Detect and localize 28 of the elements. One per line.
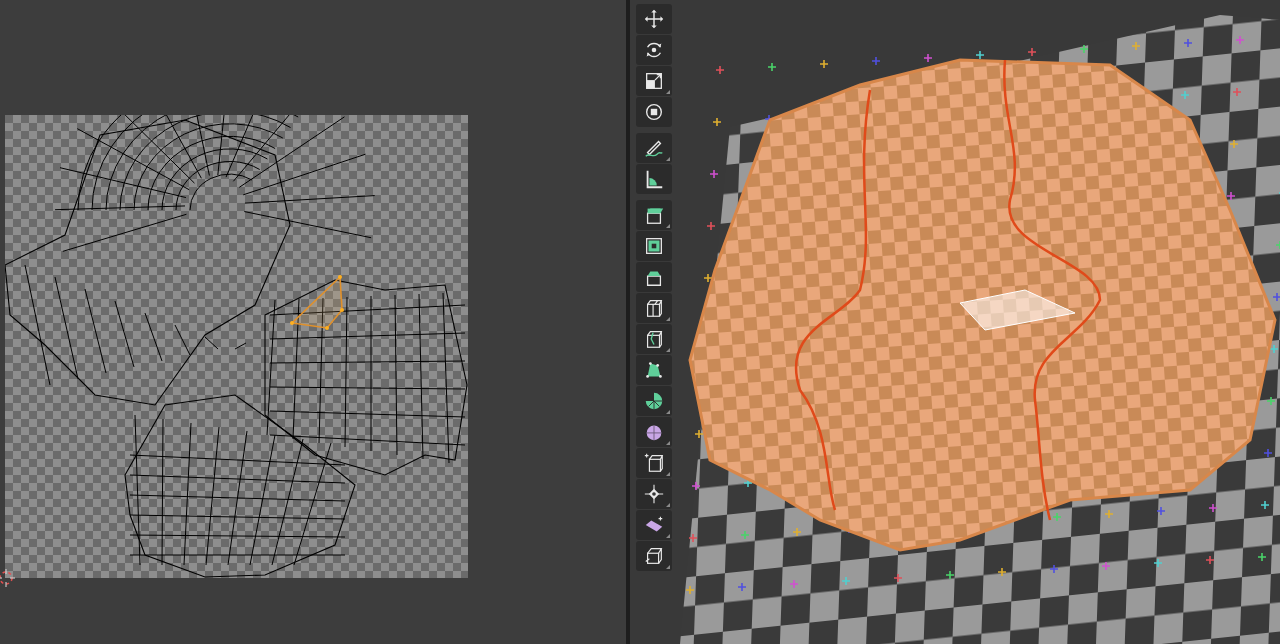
vertex-icon xyxy=(643,483,665,505)
cursor-icon xyxy=(0,568,16,588)
move-icon xyxy=(643,8,665,30)
tool-button[interactable] xyxy=(636,200,672,230)
edge-slide-icon xyxy=(643,452,665,474)
tool-button[interactable] xyxy=(636,541,672,571)
tool-button[interactable] xyxy=(636,97,672,127)
spin-icon xyxy=(643,390,665,412)
tool-button[interactable] xyxy=(636,35,672,65)
tool-button[interactable] xyxy=(636,355,672,385)
tool-button[interactable] xyxy=(636,417,672,447)
tool-button[interactable] xyxy=(636,386,672,416)
tool-button[interactable] xyxy=(636,448,672,478)
transform-icon xyxy=(643,101,665,123)
tool-button[interactable] xyxy=(636,293,672,323)
polygon-icon xyxy=(643,359,665,381)
tool-button[interactable] xyxy=(636,262,672,292)
tool-button[interactable] xyxy=(636,479,672,509)
rip-icon xyxy=(643,545,665,567)
scale-icon xyxy=(643,70,665,92)
tool-button[interactable] xyxy=(636,4,672,34)
tool-button[interactable] xyxy=(636,231,672,261)
inset-icon xyxy=(643,235,665,257)
tool-button[interactable] xyxy=(636,133,672,163)
tool-button[interactable] xyxy=(636,164,672,194)
tool-button[interactable] xyxy=(636,324,672,354)
tool-button[interactable] xyxy=(636,510,672,540)
tool-button[interactable] xyxy=(636,66,672,96)
